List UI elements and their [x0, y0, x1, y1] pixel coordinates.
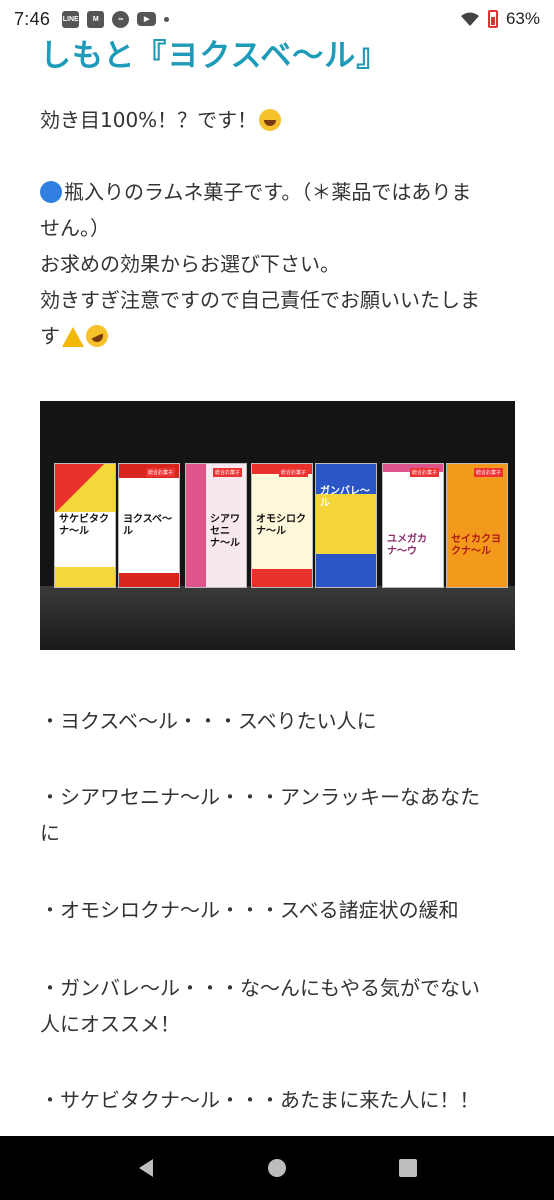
shelf: [40, 586, 515, 650]
description-line-5: す: [40, 324, 60, 348]
product-tag: 総合お菓子: [145, 468, 175, 477]
product-name: ヨクスベ〜ル: [123, 514, 172, 537]
product-box-ganbareru: ガンバレ〜ル: [315, 463, 377, 588]
description-paragraph: 瓶入りのラムネ菓子です。（＊薬品ではありま せん。） お求めの効果からお選び下さ…: [40, 174, 520, 354]
product-box-yokusuberu: 総合お菓子 ヨクスベ〜ル: [118, 463, 180, 588]
description-line-3: お求めの効果からお選び下さい。: [40, 252, 340, 276]
product-box-yumegakanau: 総合お菓子 ユメガカナ〜ウ: [382, 463, 444, 588]
notification-icons: LINE M ∞ ▶: [62, 10, 170, 28]
battery-percent: 63%: [505, 9, 540, 28]
product-tag: 総合お菓子: [212, 468, 242, 477]
description-line-2: せん。）: [40, 216, 110, 240]
back-button[interactable]: [126, 1148, 166, 1188]
product-box-sakebitakunaru: サケビタクナ〜ル: [54, 463, 116, 588]
list-item: ・ガンバレ〜ル・・・な〜んにもやる気がでない: [40, 976, 480, 1000]
status-bar: 7:46 LINE M ∞ ▶ 63%: [0, 0, 554, 38]
description-line-4: 効きすぎ注意ですので自己責任でお願いいたしま: [40, 288, 480, 312]
recents-icon: [399, 1159, 418, 1177]
wifi-icon: [460, 12, 479, 26]
recents-button[interactable]: [388, 1148, 428, 1188]
system-nav-bar: [0, 1136, 554, 1200]
description-line-1: 瓶入りのラムネ菓子です。（＊薬品ではありま: [64, 180, 472, 204]
product-photo[interactable]: サケビタクナ〜ル 総合お菓子 ヨクスベ〜ル 総合お菓子 シアワセニナ〜ル 総合お…: [40, 401, 515, 650]
product-name: サケビタクナ〜ル: [59, 514, 109, 537]
product-name: セイカクヨクナ〜ル: [451, 534, 501, 557]
more-notifications-icon: [164, 16, 170, 22]
home-icon: [267, 1159, 286, 1177]
home-button[interactable]: [257, 1148, 297, 1188]
product-tag: 総合お菓子: [473, 468, 503, 477]
warning-icon: [62, 327, 84, 347]
battery-icon: [487, 10, 498, 28]
intro-text: 効き目100%！？です！: [40, 108, 258, 132]
intro-paragraph: 効き目100%！？です！: [40, 102, 520, 138]
cloud-icon: ∞: [112, 10, 130, 28]
list-item-continuation: 人にオススメ！: [40, 1012, 180, 1036]
list-item: ・ヨクスベ〜ル・・・スベりたい人に: [40, 709, 377, 733]
product-name: ガンバレ〜ル: [320, 486, 370, 509]
product-box-shiawaseninaru: 総合お菓子 シアワセニナ〜ル: [185, 463, 247, 588]
list-item: ・オモシロクナ〜ル・・・スベる諸症状の緩和: [40, 898, 459, 922]
list-item: ・サケビタクナ〜ル・・・あたまに来た人に！！: [40, 1088, 480, 1112]
status-time: 7:46: [14, 8, 51, 29]
list-item: ・シアワセニナ〜ル・・・アンラッキーなあなた: [40, 785, 480, 809]
product-name: シアワセニナ〜ル: [210, 514, 240, 549]
back-icon: [138, 1159, 153, 1177]
product-tag: 総合お菓子: [409, 468, 439, 477]
product-name: ユメガカナ〜ウ: [387, 534, 427, 557]
youtube-icon: ▶: [137, 12, 157, 26]
article-content: しもと『ヨクスベ〜ル』 効き目100%！？です！ 瓶入りのラムネ菓子です。（＊薬…: [0, 30, 554, 1136]
rofl-emoji-icon: [82, 321, 112, 351]
laughing-emoji-icon: [259, 109, 282, 131]
list-item-continuation: に: [40, 821, 60, 845]
product-box-omoshirokunaru: 総合お菓子 オモシロクナ〜ル: [251, 463, 313, 588]
blue-circle-icon: [40, 181, 62, 203]
line-icon: LINE: [62, 10, 80, 28]
product-name: オモシロクナ〜ル: [256, 514, 306, 537]
product-box-seikakuyokunaru: 総合お菓子 セイカクヨクナ〜ル: [446, 463, 508, 588]
status-right: 63%: [460, 9, 540, 29]
product-tag: 総合お菓子: [278, 468, 308, 477]
gmail-icon: M: [87, 10, 105, 28]
